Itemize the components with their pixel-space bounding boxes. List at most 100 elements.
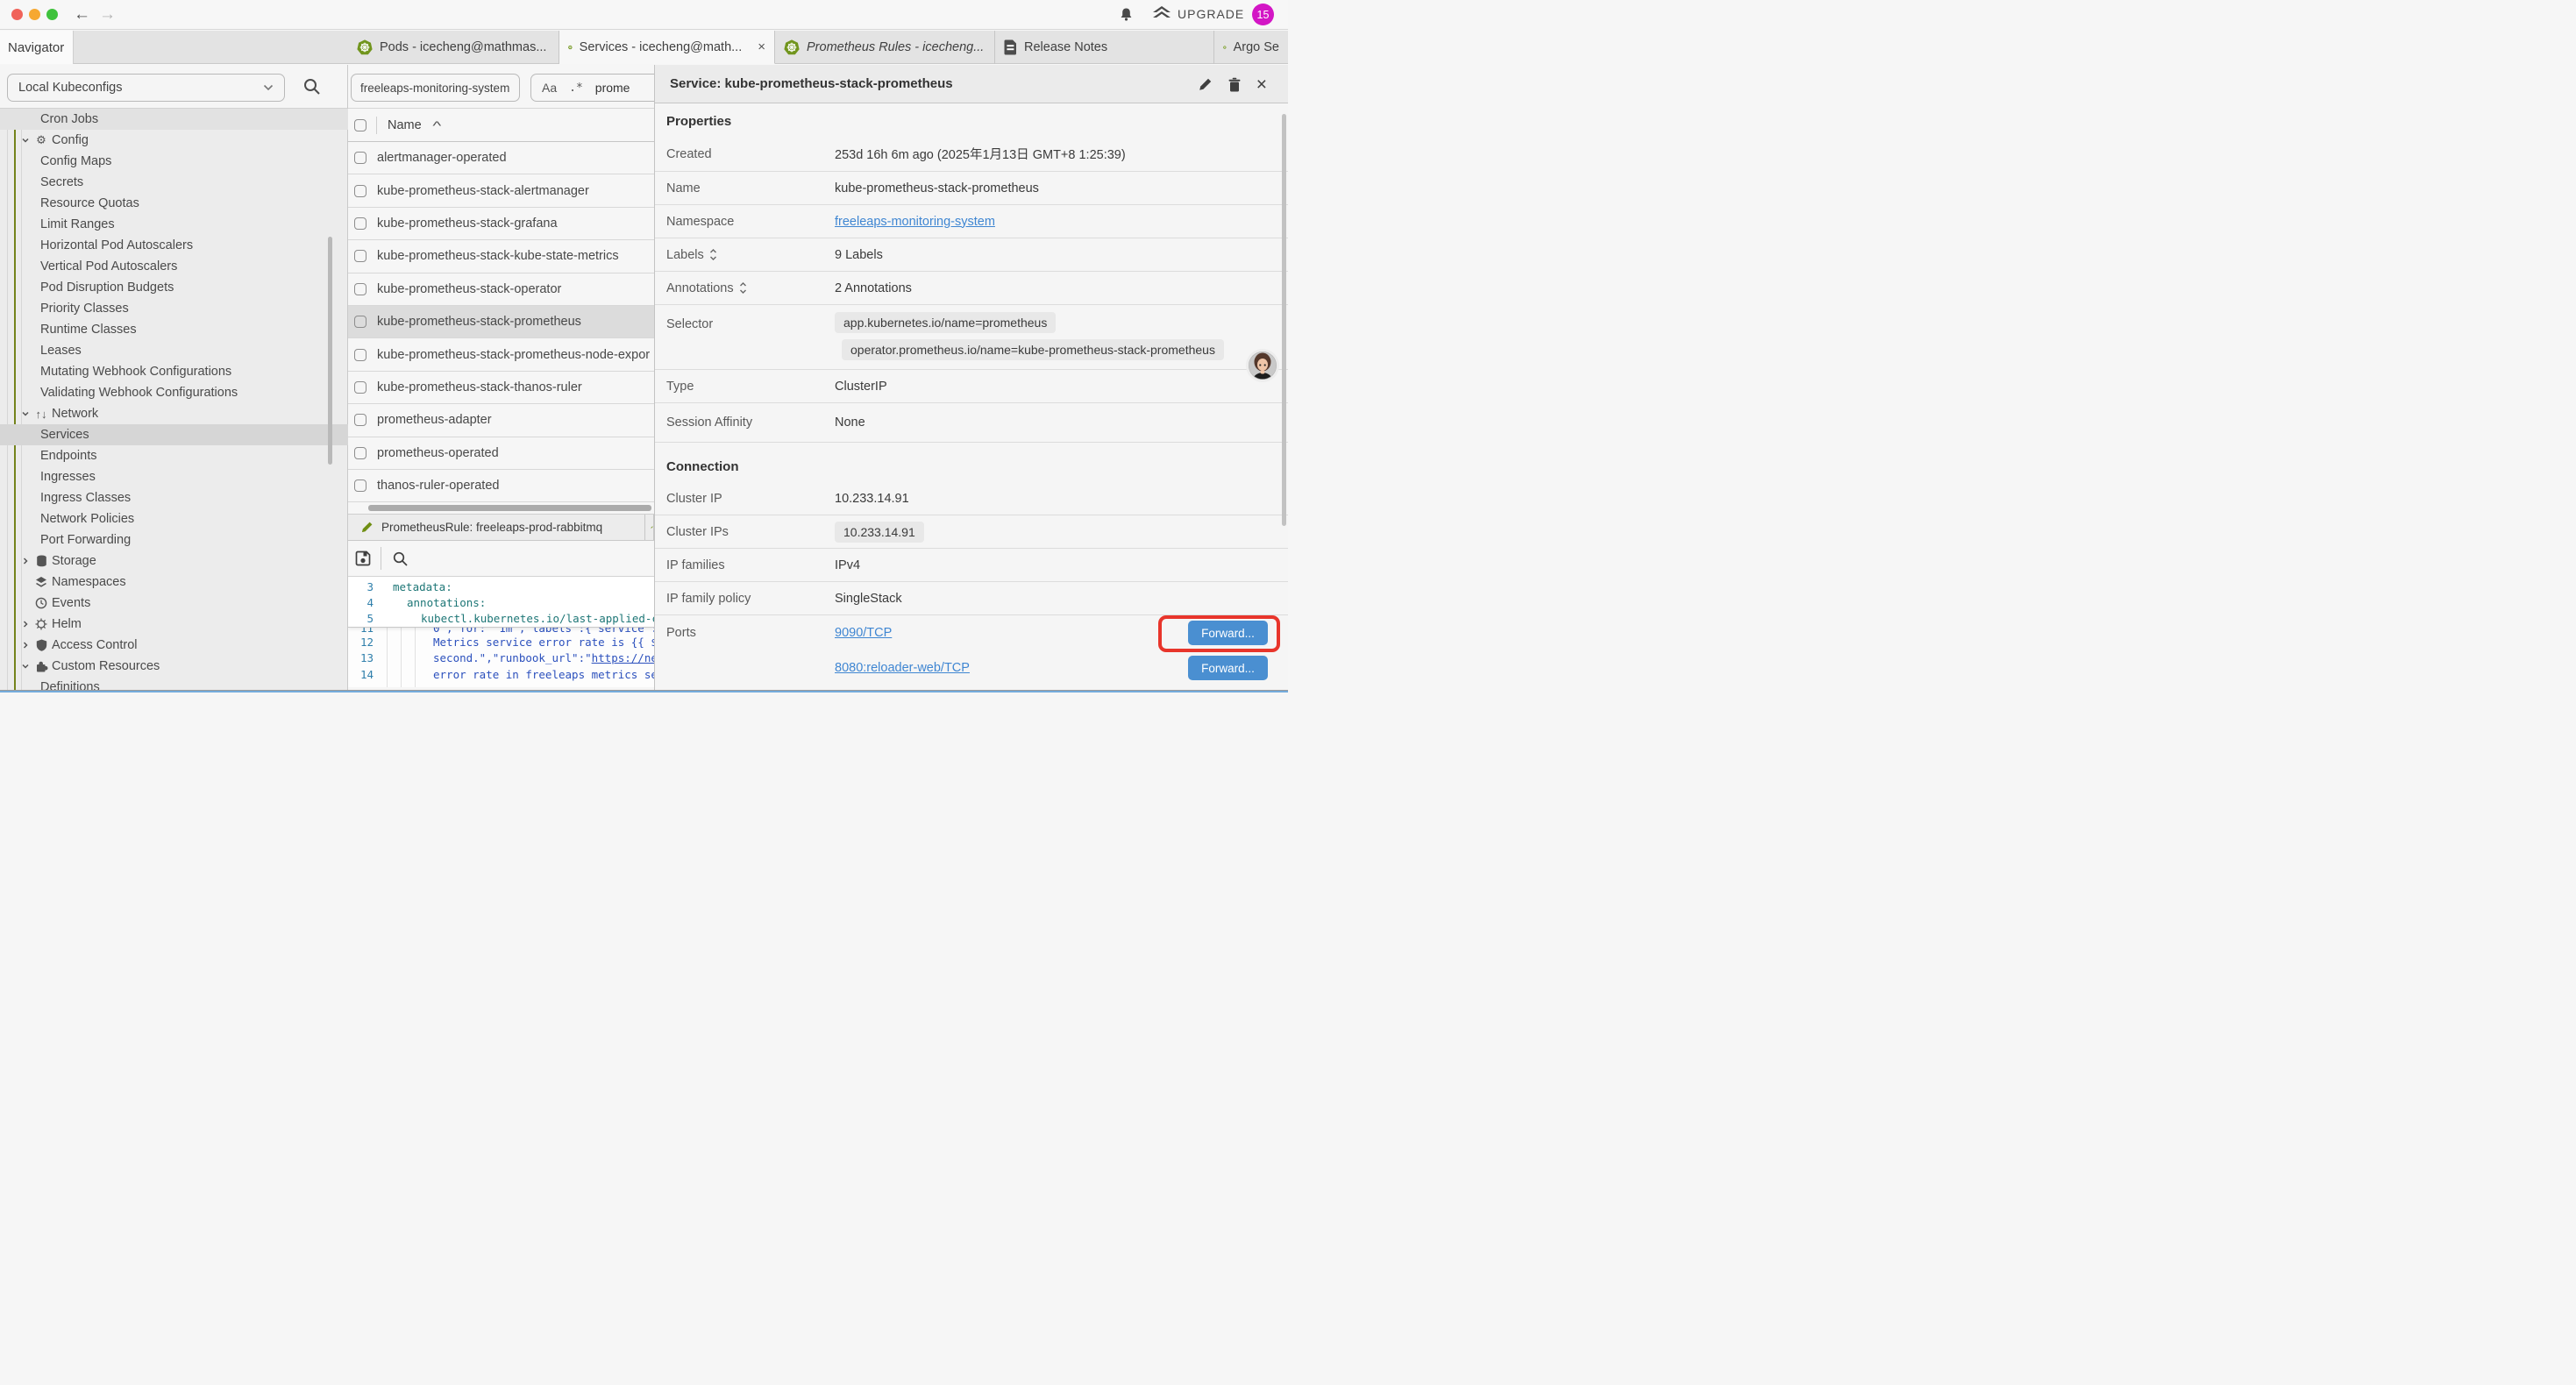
sidebar-item-port-forwarding[interactable]: Port Forwarding <box>0 529 348 550</box>
search-icon[interactable] <box>302 77 321 96</box>
table-row[interactable]: thanos-ruler-operated <box>348 470 654 502</box>
sidebar-item-runtime-classes[interactable]: Runtime Classes <box>0 319 348 340</box>
tab-prometheus-rules[interactable]: Prometheus Rules - icecheng... <box>775 31 995 64</box>
sidebar-item-resource-quotas[interactable]: Resource Quotas <box>0 193 348 214</box>
row-checkbox[interactable] <box>354 217 366 230</box>
table-row[interactable]: kube-prometheus-stack-prometheus-node-ex… <box>348 338 654 371</box>
editor-tab-partial[interactable] <box>645 515 654 540</box>
sidebar-item-limit-ranges[interactable]: Limit Ranges <box>0 214 348 235</box>
regex-toggle[interactable]: .* <box>569 82 583 95</box>
tab-pods[interactable]: Pods - icecheng@mathmas... <box>348 31 559 64</box>
helm-wheel-icon <box>34 618 48 630</box>
row-checkbox[interactable] <box>354 479 366 492</box>
sidebar-item-storage[interactable]: Storage <box>0 550 348 572</box>
list-toolbar: freeleaps-monitoring-system Aa .* prome <box>348 65 654 109</box>
table-row[interactable]: alertmanager-operated <box>348 142 654 174</box>
user-avatar[interactable] <box>1246 349 1279 382</box>
sort-ascending-icon[interactable]: ^ <box>432 118 441 132</box>
yaml-editor[interactable]: 3metadata: 4annotations: 5kubectl.kubern… <box>348 576 654 687</box>
sidebar-item-events[interactable]: Events <box>0 593 348 614</box>
horizontal-scrollbar[interactable] <box>368 505 651 511</box>
table-row[interactable]: kube-prometheus-stack-grafana <box>348 208 654 240</box>
table-row[interactable]: prometheus-operated <box>348 437 654 470</box>
close-window-button[interactable] <box>11 9 23 20</box>
tab-release-notes[interactable]: Release Notes <box>995 31 1214 64</box>
row-checkbox[interactable] <box>354 185 366 197</box>
table-row-selected[interactable]: kube-prometheus-stack-prometheus <box>348 306 654 338</box>
back-button[interactable]: ← <box>74 4 90 26</box>
sidebar-item-horizontal-pod-autoscalers[interactable]: Horizontal Pod Autoscalers <box>0 235 348 256</box>
sidebar-item-config-maps[interactable]: Config Maps <box>0 151 348 172</box>
sidebar-item-mutating-webhook-configurations[interactable]: Mutating Webhook Configurations <box>0 361 348 382</box>
chevron-right-icon <box>21 641 32 650</box>
editor-tab-prometheusrule[interactable]: PrometheusRule: freeleaps-prod-rabbitmq <box>348 515 645 540</box>
port-link-8080[interactable]: 8080:reloader-web/TCP <box>835 661 970 675</box>
minimize-window-button[interactable] <box>29 9 40 20</box>
property-row-ip-family-policy: IP family policy SingleStack <box>655 582 1288 615</box>
row-checkbox[interactable] <box>354 152 366 164</box>
close-icon[interactable]: × <box>1256 77 1267 92</box>
match-case-toggle[interactable]: Aa <box>542 81 557 95</box>
notifications-bell-icon[interactable] <box>1119 7 1134 23</box>
sidebar-item-cron-jobs[interactable]: Cron Jobs <box>0 109 348 130</box>
shield-icon <box>34 639 48 651</box>
row-checkbox[interactable] <box>354 283 366 295</box>
sidebar-item-secrets[interactable]: Secrets <box>0 172 348 193</box>
upgrade-button[interactable]: UPGRADE <box>1152 6 1244 21</box>
maximize-window-button[interactable] <box>46 9 58 20</box>
kubeconfig-select[interactable]: Local Kubeconfigs <box>7 74 285 102</box>
row-checkbox[interactable] <box>354 447 366 459</box>
namespace-select[interactable]: freeleaps-monitoring-system <box>351 74 520 102</box>
sidebar-item-config[interactable]: ⚙ Config <box>0 130 348 151</box>
row-checkbox[interactable] <box>354 316 366 328</box>
table-row[interactable]: prometheus-adapter <box>348 404 654 437</box>
table-row[interactable]: kube-prometheus-stack-operator <box>348 273 654 306</box>
row-checkbox[interactable] <box>354 414 366 426</box>
forward-button-8080[interactable]: Forward... <box>1188 656 1268 680</box>
sidebar-item-pod-disruption-budgets[interactable]: Pod Disruption Budgets <box>0 277 348 298</box>
forward-button[interactable]: → <box>99 4 116 26</box>
sidebar-item-custom-resources[interactable]: Custom Resources <box>0 656 348 677</box>
table-row[interactable]: kube-prometheus-stack-kube-state-metrics <box>348 240 654 273</box>
row-checkbox[interactable] <box>354 349 366 361</box>
filter-input[interactable]: Aa .* prome <box>530 74 654 102</box>
sidebar-item-network[interactable]: ↑↓ Network <box>0 403 348 424</box>
sidebar-item-leases[interactable]: Leases <box>0 340 348 361</box>
save-icon[interactable] <box>354 550 372 567</box>
sidebar-item-endpoints[interactable]: Endpoints <box>0 445 348 466</box>
notification-count-badge[interactable]: 15 <box>1252 4 1274 25</box>
expand-updown-icon[interactable] <box>739 282 747 294</box>
sidebar-item-ingresses[interactable]: Ingresses <box>0 466 348 487</box>
edit-icon[interactable] <box>1198 77 1213 92</box>
table-row[interactable]: kube-prometheus-stack-thanos-ruler <box>348 372 654 404</box>
sidebar-item-access-control[interactable]: Access Control <box>0 635 348 656</box>
row-checkbox[interactable] <box>354 250 366 262</box>
sidebar-item-vertical-pod-autoscalers[interactable]: Vertical Pod Autoscalers <box>0 256 348 277</box>
tab-navigator[interactable]: Navigator <box>0 31 74 64</box>
forward-button-9090[interactable]: Forward... <box>1188 621 1268 645</box>
name-column-header[interactable]: Name <box>388 118 422 132</box>
sidebar-item-validating-webhook-configurations[interactable]: Validating Webhook Configurations <box>0 382 348 403</box>
row-checkbox[interactable] <box>354 381 366 394</box>
sidebar-item-priority-classes[interactable]: Priority Classes <box>0 298 348 319</box>
editor-sticky-scroll: 3metadata: 4annotations: 5kubectl.kubern… <box>348 577 654 628</box>
sidebar-scrollbar[interactable] <box>328 237 332 465</box>
port-link-9090[interactable]: 9090/TCP <box>835 626 892 640</box>
tab-services[interactable]: Services - icecheng@math... × <box>559 31 775 64</box>
sidebar-item-ingress-classes[interactable]: Ingress Classes <box>0 487 348 508</box>
sidebar-item-definitions[interactable]: Definitions <box>0 677 348 690</box>
close-tab-icon[interactable]: × <box>758 39 765 54</box>
panel-scrollbar[interactable] <box>1282 114 1286 526</box>
window-titlebar: ← → UPGRADE 15 <box>0 0 1288 30</box>
namespace-link[interactable]: freeleaps-monitoring-system <box>835 215 995 229</box>
sidebar-item-network-policies[interactable]: Network Policies <box>0 508 348 529</box>
table-row[interactable]: kube-prometheus-stack-alertmanager <box>348 174 654 207</box>
search-icon[interactable] <box>392 550 409 567</box>
expand-updown-icon[interactable] <box>709 249 717 260</box>
sidebar-item-services[interactable]: Services <box>0 424 348 445</box>
tab-argo[interactable]: Argo Se <box>1214 31 1288 64</box>
select-all-checkbox[interactable] <box>354 119 366 131</box>
sidebar-item-helm[interactable]: Helm <box>0 614 348 635</box>
delete-trash-icon[interactable] <box>1228 77 1242 92</box>
sidebar-item-namespaces[interactable]: Namespaces <box>0 572 348 593</box>
